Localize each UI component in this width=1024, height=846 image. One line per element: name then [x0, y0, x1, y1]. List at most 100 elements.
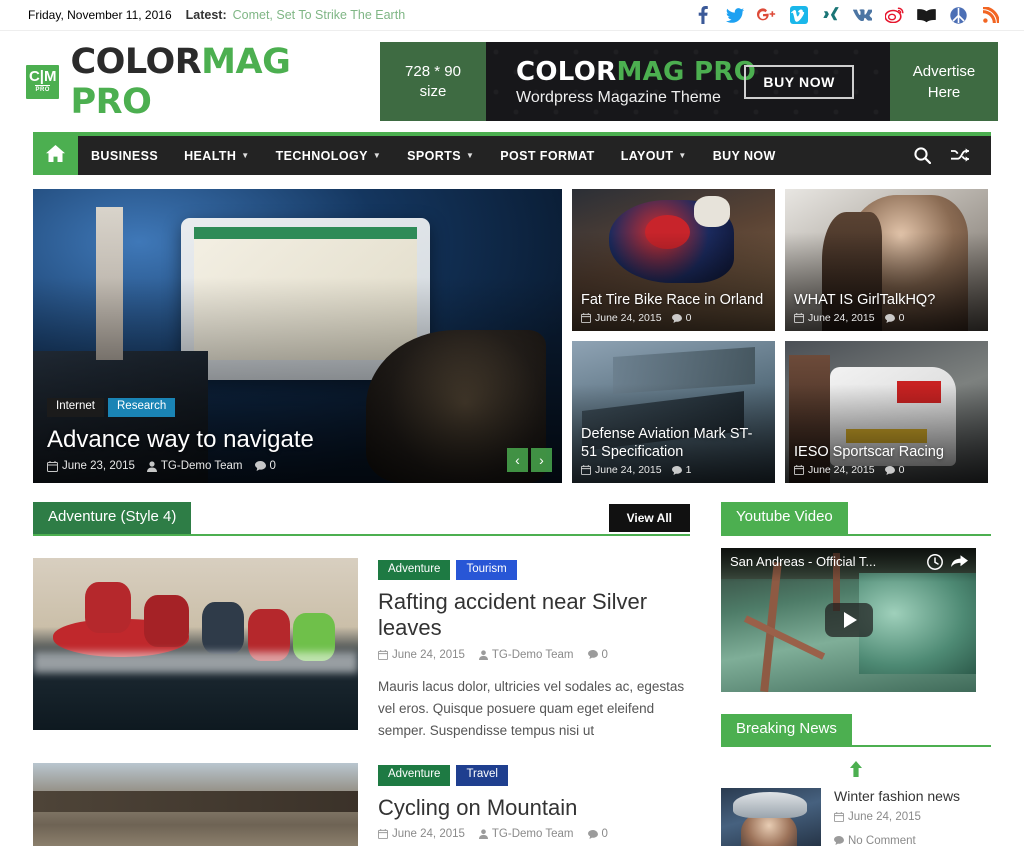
category-badge-research[interactable]: Research	[108, 398, 176, 417]
category-badge-internet[interactable]: Internet	[47, 398, 104, 417]
site-logo[interactable]: C|M PRO COLORMAG PRO	[26, 42, 378, 122]
nav-actions	[914, 136, 991, 175]
featured-post-2[interactable]: WHAT IS GirlTalkHQ? June 24, 2015 0	[785, 189, 988, 331]
post-date-text: June 24, 2015	[595, 312, 662, 324]
featured-post-3-title[interactable]: Defense Aviation Mark ST-51 Specificatio…	[581, 426, 766, 461]
user-icon	[478, 829, 488, 840]
buy-now-button[interactable]: BUY NOW	[744, 64, 854, 99]
user-icon	[478, 650, 488, 660]
nav-home-button[interactable]	[33, 136, 78, 175]
post-comments: No Comment	[834, 835, 916, 846]
featured-post-1-caption: Fat Tire Bike Race in Orland June 24, 20…	[581, 292, 766, 324]
share-icon[interactable]	[951, 554, 968, 568]
nav-item-health[interactable]: HEALTH ▼	[171, 136, 263, 175]
youtube-widget-header: Youtube Video	[721, 502, 991, 536]
ad-text-block: COLORMAG PRO Wordpress Magazine Theme	[516, 57, 756, 107]
social-links	[693, 6, 1000, 25]
chevron-down-icon: ▼	[465, 151, 475, 160]
twitter-icon[interactable]	[725, 6, 744, 25]
featured-post-2-title[interactable]: WHAT IS GirlTalkHQ?	[794, 292, 979, 309]
nav-item-sports[interactable]: SPORTS ▼	[394, 136, 487, 175]
chevron-down-icon: ▼	[372, 151, 382, 160]
featured-slider[interactable]: Internet Research Advance way to navigat…	[33, 189, 562, 483]
vimeo-icon[interactable]	[789, 6, 808, 25]
featured-slider-meta: June 23, 2015 TG-Demo Team 0	[47, 460, 548, 472]
article-2-thumbnail[interactable]	[33, 763, 358, 846]
peace-icon[interactable]	[949, 6, 968, 25]
slider-prev-button[interactable]: ‹	[507, 448, 528, 472]
featured-post-1-title[interactable]: Fat Tire Bike Race in Orland	[581, 292, 766, 309]
nav-label: BUY NOW	[712, 148, 776, 163]
post-comments-count: 0	[898, 464, 905, 476]
slider-navigation: ‹ ›	[507, 448, 552, 472]
breaking-news-widget: Breaking News Winter fashion news June 2…	[721, 713, 991, 846]
featured-slider-caption: Internet Research Advance way to navigat…	[47, 398, 548, 472]
youtube-player[interactable]: San Andreas - Official T...	[721, 547, 976, 692]
slider-next-button[interactable]: ›	[531, 448, 552, 472]
category-badge-travel[interactable]: Travel	[456, 765, 508, 786]
arrow-up-icon[interactable]	[721, 747, 991, 788]
current-date: Friday, November 11, 2016	[28, 8, 172, 22]
post-author: TG-Demo Team	[478, 828, 574, 840]
comment-icon	[671, 465, 682, 475]
xing-icon[interactable]	[821, 6, 840, 25]
featured-post-3[interactable]: Defense Aviation Mark ST-51 Specificatio…	[572, 341, 775, 483]
comment-icon	[671, 313, 682, 323]
nav-item-post-format[interactable]: POST FORMAT	[487, 136, 607, 175]
article-2-badges: Adventure Travel	[378, 765, 690, 786]
post-author-text: TG-Demo Team	[160, 460, 243, 472]
calendar-icon	[581, 313, 591, 323]
weibo-icon[interactable]	[885, 6, 904, 25]
breaking-news-thumbnail[interactable]	[721, 788, 821, 846]
youtube-video-title[interactable]: San Andreas - Official T...	[730, 554, 919, 569]
post-comments-count: 0	[269, 460, 276, 472]
facebook-icon[interactable]	[693, 6, 712, 25]
post-date-text: June 24, 2015	[808, 312, 875, 324]
header-ad-banner[interactable]: 728 * 90 size COLORMAG PRO Wordpress Mag…	[380, 42, 998, 121]
site-header: C|M PRO COLORMAG PRO 728 * 90 size COLOR…	[0, 31, 1024, 132]
vk-icon[interactable]	[853, 6, 872, 25]
featured-post-3-caption: Defense Aviation Mark ST-51 Specificatio…	[581, 426, 766, 476]
breaking-news-item-title[interactable]: Winter fashion news	[834, 788, 991, 806]
featured-post-2-meta: June 24, 2015 0	[794, 312, 979, 324]
search-icon[interactable]	[914, 147, 931, 164]
breaking-news-item: Winter fashion news June 24, 2015 No Com…	[721, 788, 991, 846]
featured-post-4-title[interactable]: IESO Sportscar Racing	[794, 444, 979, 461]
article-2-body: Adventure Travel Cycling on Mountain Jun…	[378, 763, 690, 846]
featured-post-4-meta: June 24, 2015 0	[794, 464, 979, 476]
advertise-here-label[interactable]: Advertise Here	[890, 42, 998, 121]
article-1-excerpt: Mauris lacus dolor, ultricies vel sodale…	[378, 678, 685, 738]
play-icon[interactable]	[824, 602, 873, 637]
rss-icon[interactable]	[981, 6, 1000, 25]
ad-content: COLORMAG PRO Wordpress Magazine Theme BU…	[486, 42, 890, 121]
article-1-title[interactable]: Rafting accident near Silver leaves	[378, 589, 690, 642]
featured-post-4[interactable]: IESO Sportscar Racing June 24, 2015 0	[785, 341, 988, 483]
category-badge-adventure[interactable]: Adventure	[378, 559, 451, 580]
nav-item-business[interactable]: BUSINESS	[78, 136, 171, 175]
adventure-section-title[interactable]: Adventure (Style 4)	[33, 502, 192, 534]
google-plus-icon[interactable]	[757, 6, 776, 25]
clock-icon[interactable]	[927, 553, 943, 570]
featured-slider-title[interactable]: Advance way to navigate	[47, 426, 548, 454]
category-badge-adventure[interactable]: Adventure	[378, 765, 451, 786]
featured-post-1-meta: June 24, 2015 0	[581, 312, 766, 324]
post-comments: 0	[884, 312, 904, 324]
nav-item-buy-now[interactable]: BUY NOW	[700, 136, 789, 175]
home-icon	[46, 144, 65, 167]
youtube-video-widget: Youtube Video San Andreas - Official T..…	[721, 502, 991, 692]
breaking-news-item-meta: June 24, 2015 No Comment	[834, 811, 991, 846]
sidebar: Youtube Video San Andreas - Official T..…	[721, 502, 991, 846]
featured-post-1[interactable]: Fat Tire Bike Race in Orland June 24, 20…	[572, 189, 775, 331]
nav-item-technology[interactable]: TECHNOLOGY ▼	[263, 136, 395, 175]
random-icon[interactable]	[951, 148, 969, 163]
category-badge-tourism[interactable]: Tourism	[456, 559, 517, 580]
breaking-news-body: Winter fashion news June 24, 2015 No Com…	[834, 788, 991, 846]
article-1-thumbnail[interactable]	[33, 557, 358, 730]
latest-news-link[interactable]: Comet, Set To Strike The Earth	[233, 8, 406, 22]
logo-text-dark: COLOR	[70, 41, 202, 82]
comment-icon	[587, 650, 598, 660]
article-2-title[interactable]: Cycling on Mountain	[378, 795, 690, 821]
nav-item-layout[interactable]: LAYOUT ▼	[608, 136, 700, 175]
flipboard-icon[interactable]	[917, 6, 936, 25]
view-all-button[interactable]: View All	[608, 503, 690, 532]
